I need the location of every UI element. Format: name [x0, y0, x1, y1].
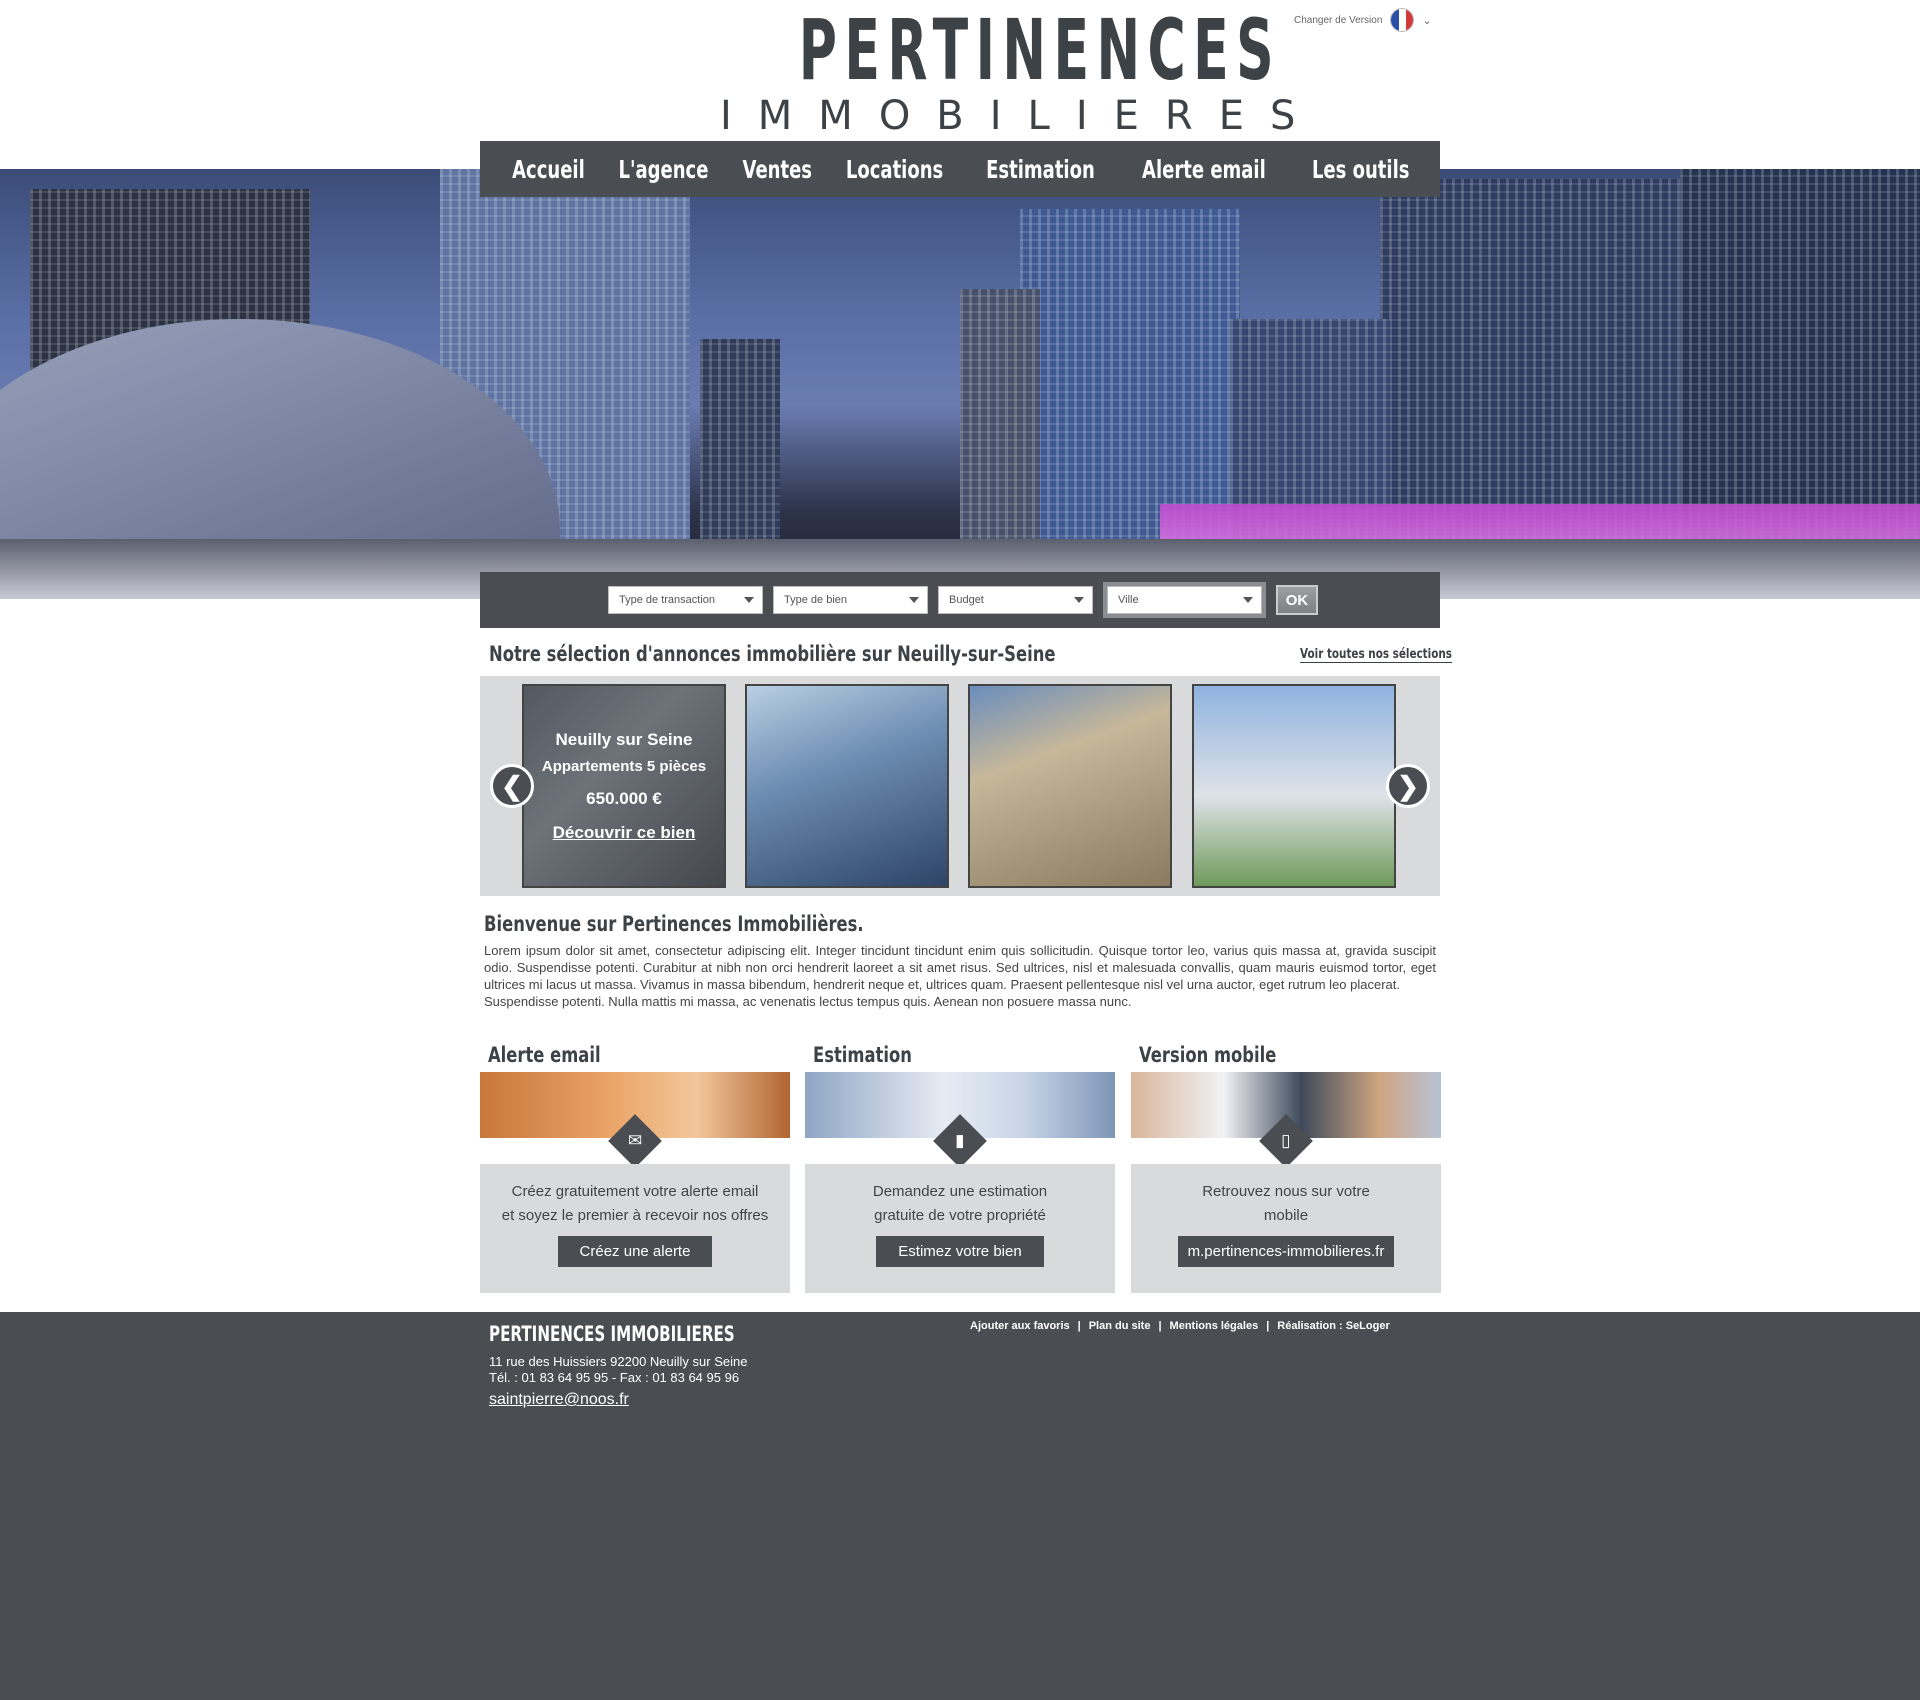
- listing-city: Neuilly sur Seine: [555, 729, 693, 749]
- footer-separator: |: [1266, 1320, 1270, 1332]
- city-value: Ville: [1118, 594, 1139, 606]
- footer-separator: |: [1077, 1320, 1081, 1332]
- welcome-title: Bienvenue sur Pertinences Immobilières.: [484, 912, 864, 936]
- carousel-prev-button[interactable]: ❮: [490, 764, 534, 808]
- footer-email-link[interactable]: saintpierre@noos.fr: [489, 1391, 629, 1409]
- listing-overlay: Neuilly sur Seine Appartements 5 pièces …: [524, 686, 724, 886]
- estimation-block: Estimation ▮ Demandez une estimation gra…: [805, 1038, 1115, 1293]
- transaction-type-select[interactable]: Type de transaction: [608, 586, 763, 614]
- footer-address-block: 11 rue des Huissiers 92200 Neuilly sur S…: [489, 1354, 747, 1386]
- budget-value: Budget: [949, 594, 984, 606]
- footer-separator: |: [1158, 1320, 1162, 1332]
- welcome-paragraph: Suspendisse potenti. Nulla mattis mi mas…: [484, 994, 1132, 1009]
- france-flag-icon: [1390, 8, 1415, 32]
- discover-listing-link[interactable]: Découvrir ce bien: [553, 823, 696, 843]
- nav-alerte-email[interactable]: Alerte email: [1142, 155, 1266, 184]
- nav-agence[interactable]: L'agence: [619, 155, 709, 184]
- welcome-paragraph: Lorem ipsum dolor sit amet, consectetur …: [484, 943, 1436, 992]
- footer-link-plan[interactable]: Plan du site: [1089, 1320, 1151, 1332]
- mobile-version-body: Retrouvez nous sur votre mobile m.pertin…: [1131, 1164, 1441, 1293]
- nav-estimation[interactable]: Estimation: [986, 155, 1095, 184]
- mobile-site-button[interactable]: m.pertinences-immobilieres.fr: [1177, 1236, 1395, 1267]
- listing-card[interactable]: [1192, 684, 1396, 888]
- listing-type: Appartements 5 pièces: [541, 757, 707, 775]
- footer-link-realisation[interactable]: Réalisation : SeLoger: [1277, 1320, 1389, 1332]
- nav-accueil[interactable]: Accueil: [512, 155, 585, 184]
- create-alert-button[interactable]: Créez une alerte: [557, 1236, 713, 1267]
- mobile-version-block: Version mobile ▯ Retrouvez nous sur votr…: [1131, 1038, 1441, 1293]
- nav-ventes[interactable]: Ventes: [742, 155, 812, 184]
- footer-address: 11 rue des Huissiers 92200 Neuilly sur S…: [489, 1354, 748, 1369]
- alerte-email-block: Alerte email ✉ Créez gratuitement votre …: [480, 1038, 790, 1293]
- footer-link-favoris[interactable]: Ajouter aux favoris: [970, 1320, 1070, 1332]
- property-type-value: Type de bien: [784, 594, 847, 606]
- alerte-email-line: Créez gratuitement votre alerte email: [511, 1183, 759, 1200]
- listings-carousel: Neuilly sur Seine Appartements 5 pièces …: [480, 676, 1440, 896]
- mobile-version-line: mobile: [1263, 1207, 1309, 1224]
- caret-down-icon: [1243, 597, 1253, 603]
- listing-card[interactable]: [968, 684, 1172, 888]
- estimation-line: Demandez une estimation: [872, 1183, 1048, 1200]
- caret-down-icon: [909, 597, 919, 603]
- nav-locations[interactable]: Locations: [846, 155, 943, 184]
- alerte-email-line: et soyez le premier à recevoir nos offre…: [501, 1207, 769, 1224]
- logo-subtitle: IMMOBILIERES: [720, 93, 1322, 139]
- estimate-property-button[interactable]: Estimez votre bien: [876, 1236, 1044, 1267]
- property-type-select[interactable]: Type de bien: [773, 586, 928, 614]
- footer-link-mentions[interactable]: Mentions légales: [1170, 1320, 1259, 1332]
- search-bar: Type de transaction Type de bien Budget …: [480, 572, 1440, 628]
- listing-card[interactable]: [745, 684, 949, 888]
- budget-select[interactable]: Budget: [938, 586, 1093, 614]
- chevron-down-icon: ⌄: [1422, 14, 1432, 27]
- estimation-body: Demandez une estimation gratuite de votr…: [805, 1164, 1115, 1293]
- caret-down-icon: [1074, 597, 1084, 603]
- logo-title: PERTINENCES: [798, 1, 1282, 99]
- mobile-version-line: Retrouvez nous sur votre: [1202, 1183, 1370, 1200]
- footer-agency-name: PERTINENCES IMMOBILIERES: [489, 1322, 735, 1346]
- welcome-text: Lorem ipsum dolor sit amet, consectetur …: [484, 942, 1436, 1010]
- estimation-title: Estimation: [813, 1043, 912, 1067]
- footer-links: Ajouter aux favoris | Plan du site | Men…: [970, 1320, 1390, 1332]
- header: PERTINENCES IMMOBILIERES Changer de Vers…: [0, 0, 1920, 140]
- estimation-image: ▮: [805, 1072, 1115, 1168]
- hero-banner: [0, 169, 1920, 599]
- site-logo[interactable]: PERTINENCES IMMOBILIERES: [700, 1, 1322, 139]
- mobile-version-image: ▯: [1131, 1072, 1441, 1168]
- city-select[interactable]: Ville: [1103, 582, 1266, 618]
- envelope-icon: ✉: [608, 1114, 662, 1168]
- version-label: Changer de Version: [1294, 14, 1383, 26]
- see-all-selections-link[interactable]: Voir toutes nos sélections: [1300, 647, 1452, 663]
- footer-phone: Tél. : 01 83 64 95 95 - Fax : 01 83 64 9…: [489, 1370, 740, 1385]
- carousel-next-button[interactable]: ❯: [1386, 764, 1430, 808]
- selection-title: Notre sélection d'annonces immobilière s…: [489, 642, 1056, 666]
- caret-down-icon: [744, 597, 754, 603]
- main-nav: Accueil L'agence Ventes Locations Estima…: [480, 141, 1440, 197]
- estimation-line: gratuite de votre propriété: [874, 1207, 1046, 1224]
- alerte-email-body: Créez gratuitement votre alerte email et…: [480, 1164, 790, 1293]
- bar-chart-icon: ▮: [933, 1114, 987, 1168]
- alerte-email-image: ✉: [480, 1072, 790, 1168]
- listing-price: 650.000 €: [586, 788, 662, 808]
- mobile-phone-icon: ▯: [1259, 1114, 1313, 1168]
- mobile-version-title: Version mobile: [1139, 1043, 1277, 1067]
- version-switcher[interactable]: Changer de Version ⌄: [1294, 8, 1432, 32]
- alerte-email-title: Alerte email: [488, 1043, 601, 1067]
- footer: PERTINENCES IMMOBILIERES 11 rue des Huis…: [0, 1312, 1920, 1700]
- search-ok-button[interactable]: OK: [1276, 585, 1318, 615]
- nav-les-outils[interactable]: Les outils: [1312, 155, 1410, 184]
- listing-card[interactable]: Neuilly sur Seine Appartements 5 pièces …: [522, 684, 726, 888]
- transaction-type-value: Type de transaction: [619, 594, 716, 606]
